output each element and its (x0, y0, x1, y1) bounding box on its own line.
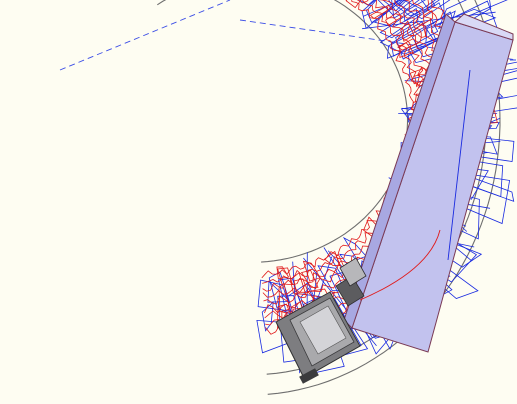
cad-viewport[interactable] (0, 0, 517, 404)
blue-dashed-line (59, 0, 231, 71)
blue-mesh-cell (342, 236, 367, 261)
outline-arc (157, 0, 409, 263)
scene-canvas[interactable] (0, 0, 517, 404)
